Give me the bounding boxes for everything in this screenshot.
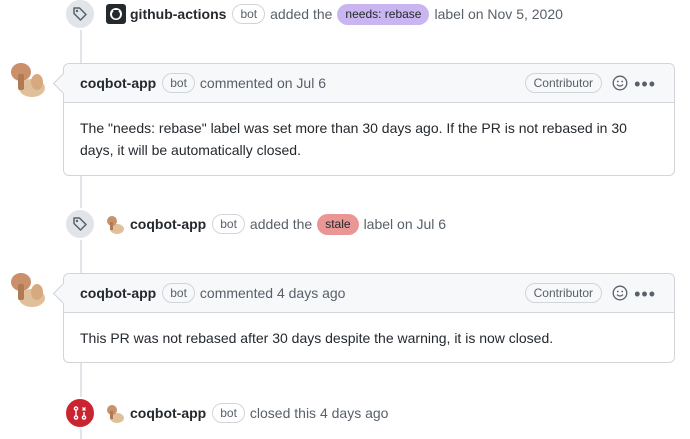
event-tail[interactable]: label on Nov 5, 2020 xyxy=(434,6,562,22)
kebab-horizontal-icon[interactable]: ••• xyxy=(634,285,656,303)
event-actor[interactable]: coqbot-app xyxy=(130,405,206,421)
avatar[interactable] xyxy=(106,403,126,423)
tag-icon xyxy=(64,0,96,30)
bot-badge: bot xyxy=(212,403,245,423)
event-closed-text[interactable]: closed this 4 days ago xyxy=(250,405,389,421)
smiley-icon[interactable] xyxy=(612,285,628,301)
event-actor[interactable]: coqbot-app xyxy=(130,216,206,232)
comment-card: coqbot-app bot commented 4 days ago Cont… xyxy=(52,273,675,363)
timeline-event-label-added: coqbot-app bot added the stale label on … xyxy=(64,208,447,240)
comment-body: This PR was not rebased after 30 days de… xyxy=(64,313,674,363)
bot-badge: bot xyxy=(162,283,195,303)
event-tail[interactable]: label on Jul 6 xyxy=(364,216,447,232)
avatar[interactable] xyxy=(106,214,126,234)
comment-header: coqbot-app bot commented 4 days ago Cont… xyxy=(64,274,674,313)
comment-body: The "needs: rebase" label was set more t… xyxy=(64,103,674,175)
event-actor[interactable]: github-actions xyxy=(130,6,226,22)
comment-timestamp[interactable]: commented 4 days ago xyxy=(200,285,346,301)
avatar[interactable] xyxy=(10,268,50,308)
timeline-event-label-added: github-actions bot added the needs: reba… xyxy=(64,0,563,30)
avatar[interactable] xyxy=(10,58,50,98)
bot-badge: bot xyxy=(162,73,195,93)
comment-header: coqbot-app bot commented on Jul 6 Contri… xyxy=(64,64,674,103)
bot-badge: bot xyxy=(212,214,245,234)
comment-card: coqbot-app bot commented on Jul 6 Contri… xyxy=(52,63,675,176)
label-needs-rebase[interactable]: needs: rebase xyxy=(337,3,430,25)
git-pull-request-closed-icon xyxy=(64,397,96,429)
comment-timestamp[interactable]: commented on Jul 6 xyxy=(200,75,326,91)
label-stale[interactable]: stale xyxy=(317,213,359,235)
comment-author[interactable]: coqbot-app xyxy=(80,285,156,301)
contributor-badge: Contributor xyxy=(524,283,602,303)
comment-author[interactable]: coqbot-app xyxy=(80,75,156,91)
smiley-icon[interactable] xyxy=(612,75,628,91)
timeline-event-closed: coqbot-app bot closed this 4 days ago xyxy=(64,397,389,429)
event-verb: added the xyxy=(249,216,313,232)
comment-text: The "needs: rebase" label was set more t… xyxy=(80,120,627,136)
bot-badge: bot xyxy=(232,4,266,24)
github-logo-icon[interactable] xyxy=(106,4,126,24)
comment-text: This PR was not rebased after 30 days de… xyxy=(80,330,554,346)
event-verb: added the xyxy=(270,6,333,22)
kebab-horizontal-icon[interactable]: ••• xyxy=(634,75,656,93)
contributor-badge: Contributor xyxy=(524,73,602,93)
comment-text: days, it will be automatically closed. xyxy=(80,142,301,158)
tag-icon xyxy=(64,208,96,240)
